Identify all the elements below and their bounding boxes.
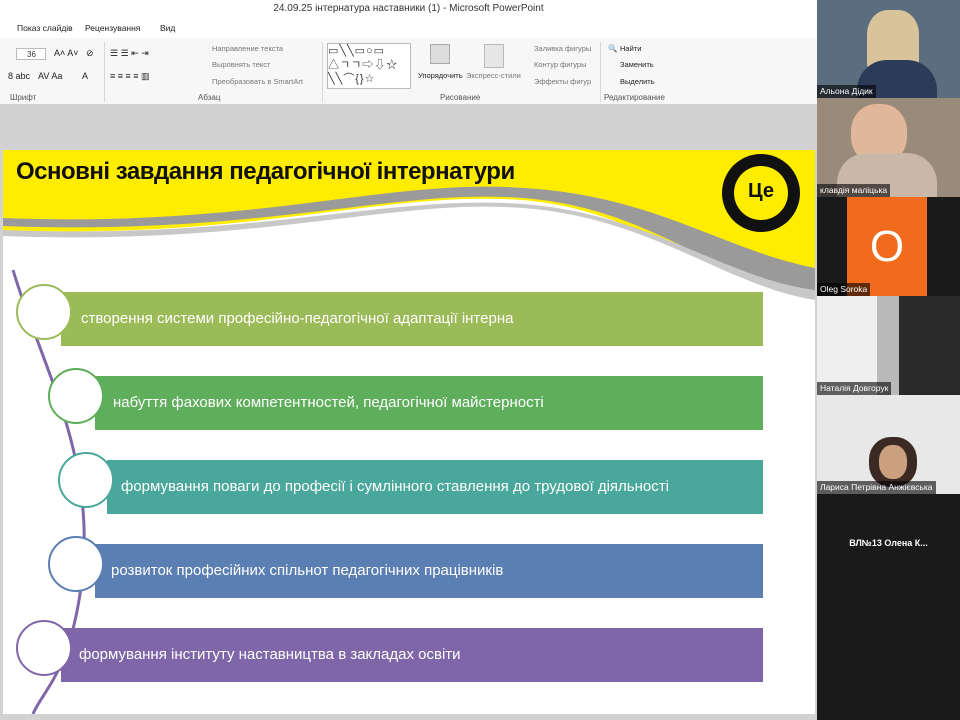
- ribbon: 36 A˄ A˅ ⊘ 8 abc AV Aa A Шрифт ☰ ☰ ⇤ ⇥ ≡…: [0, 38, 817, 105]
- font-size-box[interactable]: 36: [16, 48, 46, 60]
- slide: Основні завдання педагогічної інтернатур…: [3, 150, 815, 714]
- participant-name: ВЛ№13 Олена К...: [849, 538, 928, 548]
- char-spacing-icon[interactable]: AV Aa: [38, 71, 62, 81]
- logo-text: Це: [734, 166, 788, 220]
- smartart-button[interactable]: Преобразовать в SmartArt: [212, 77, 303, 86]
- list-item: формування інституту наставництва в закл…: [61, 628, 763, 682]
- bullets-icon[interactable]: ☰ ☰ ⇤ ⇥: [110, 48, 149, 59]
- select-button[interactable]: Выделить: [620, 77, 655, 86]
- find-icon: 🔍: [608, 44, 618, 53]
- replace-button[interactable]: Заменить: [620, 60, 654, 69]
- clear-format-icon[interactable]: ⊘: [86, 48, 94, 59]
- find-button[interactable]: Найти: [620, 44, 641, 53]
- list-item-text: формування поваги до професії і сумлінно…: [121, 478, 669, 495]
- tab-view[interactable]: Вид: [160, 23, 175, 33]
- strike-icon[interactable]: 8 abc: [8, 71, 30, 81]
- participants-panel: Альона Дідик клавдія маліцька O Oleg Sor…: [817, 0, 960, 720]
- grow-font-icon[interactable]: A˄ A˅: [54, 48, 79, 58]
- list-item-circle: [58, 452, 114, 508]
- participant-name: Альона Дідик: [817, 85, 876, 98]
- tab-slideshow[interactable]: Показ слайдів: [17, 23, 73, 33]
- participant-name: Oleg Soroka: [817, 283, 871, 296]
- participant-tile[interactable]: ВЛ№13 Олена К...: [817, 494, 960, 592]
- list-item-text: створення системи професійно-педагогічно…: [81, 310, 514, 327]
- participant-avatar: O: [847, 197, 927, 296]
- participant-name: клавдія маліцька: [817, 184, 891, 197]
- list-item-circle: [16, 620, 72, 676]
- powerpoint-window: 24.09.25 інтернатура наставники (1) - Mi…: [0, 0, 817, 720]
- list-item: набуття фахових компетентностей, педагог…: [95, 376, 763, 430]
- participant-tile[interactable]: клавдія маліцька: [817, 98, 960, 197]
- arrange-icon[interactable]: [430, 44, 450, 64]
- align-text-button[interactable]: Выровнять текст: [212, 60, 270, 69]
- font-group-label: Шрифт: [10, 93, 37, 102]
- list-item: розвиток професійних спільнот педагогічн…: [95, 544, 763, 598]
- shape-fill-button[interactable]: Заливка фигуры: [534, 44, 591, 53]
- list-item-circle: [16, 284, 72, 340]
- list-item: створення системи професійно-педагогічно…: [61, 292, 763, 346]
- shape-effects-button[interactable]: Эффекты фигур: [534, 77, 591, 86]
- participant-name: Наталія Довгорук: [817, 382, 892, 395]
- ribbon-tabs: Показ слайдів Рецензування Вид: [0, 18, 817, 38]
- arrange-button[interactable]: Упорядочить: [418, 71, 463, 80]
- shapes-gallery[interactable]: ▭╲╲▭○▭ △ㄱㄱ⇨⇩☆ ╲╲⌒{}☆: [327, 43, 411, 89]
- participant-tile[interactable]: Наталія Довгорук: [817, 296, 960, 395]
- participant-tile[interactable]: Альона Дідик: [817, 0, 960, 98]
- list-item-text: формування інституту наставництва в закл…: [79, 646, 461, 663]
- list-item-text: розвиток професійних спільнот педагогічн…: [111, 562, 504, 579]
- text-direction-button[interactable]: Направление текста: [212, 44, 283, 53]
- paragraph-group-label: Абзац: [198, 93, 221, 102]
- font-color-icon[interactable]: A: [82, 71, 88, 81]
- participant-tile[interactable]: O Oleg Soroka: [817, 197, 960, 296]
- list-item-circle: [48, 536, 104, 592]
- window-title: 24.09.25 інтернатура наставники (1) - Mi…: [0, 0, 817, 18]
- editing-group-label: Редактирование: [604, 93, 665, 102]
- shape-outline-button[interactable]: Контур фигуры: [534, 60, 586, 69]
- participant-name: Лариса Петрівна Анжієвська: [817, 481, 936, 494]
- list-item-text: набуття фахових компетентностей, педагог…: [113, 394, 544, 411]
- list-item-circle: [48, 368, 104, 424]
- participant-video: [877, 296, 899, 395]
- logo: Це: [722, 154, 800, 232]
- drawing-group-label: Рисование: [440, 93, 481, 102]
- quick-styles-icon[interactable]: [484, 44, 504, 68]
- list-item: формування поваги до професії і сумлінно…: [107, 460, 763, 514]
- align-icons[interactable]: ≡ ≡ ≡ ≡ ▥: [110, 71, 150, 82]
- tab-review[interactable]: Рецензування: [85, 23, 140, 33]
- participant-tile[interactable]: Лариса Петрівна Анжієвська: [817, 395, 960, 494]
- slide-title: Основні завдання педагогічної інтернатур…: [16, 158, 515, 185]
- quick-styles-button[interactable]: Экспресс-стили: [466, 71, 521, 80]
